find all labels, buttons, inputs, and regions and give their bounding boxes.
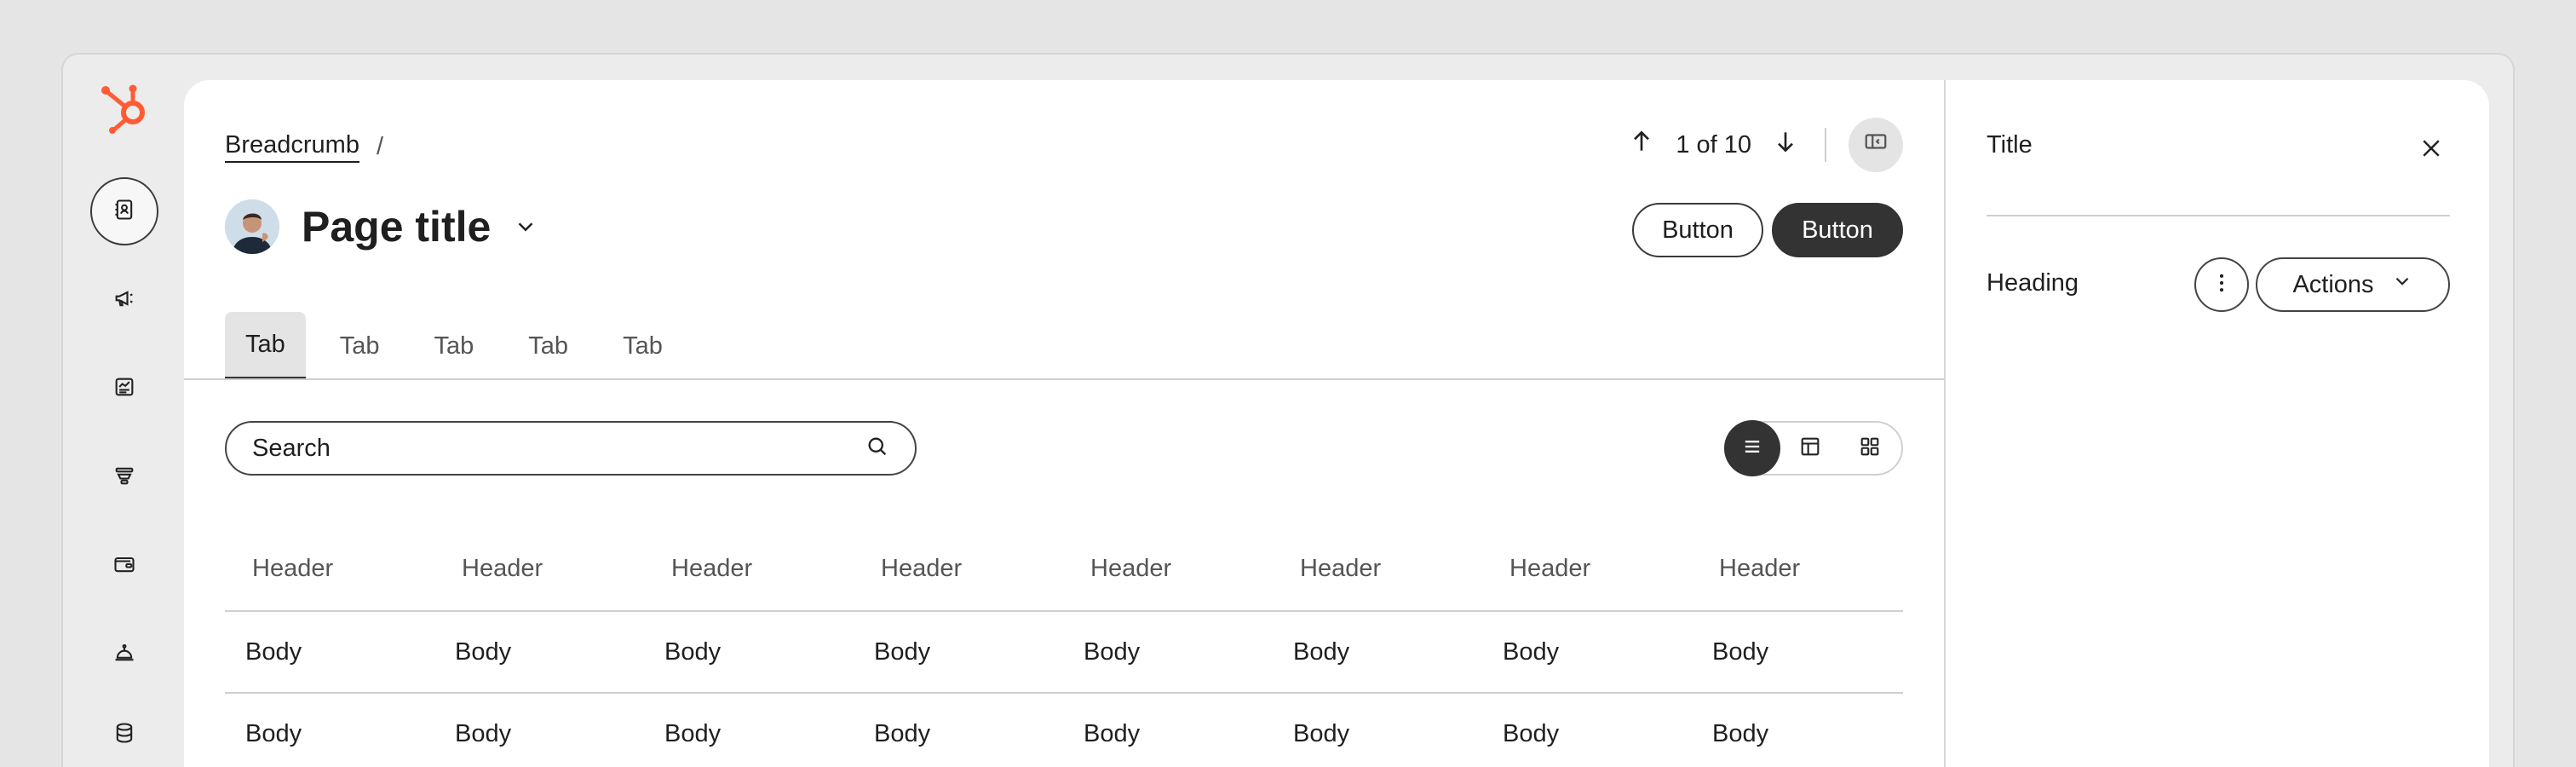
column-header[interactable]: Header: [225, 555, 434, 583]
side-panel: Title Heading Actions: [1944, 80, 2489, 767]
tab-2[interactable]: Tab: [319, 312, 400, 380]
megaphone-icon: [112, 286, 136, 314]
table-cell: Body: [1503, 719, 1560, 747]
data-table: Header Header Header Header Header Heade…: [225, 555, 1903, 767]
table-cell: Body: [1084, 637, 1141, 666]
table-row[interactable]: Body Body Body Body Body Body Body Body: [225, 694, 1903, 767]
table-cell: Body: [245, 637, 302, 666]
report-icon: [112, 375, 136, 403]
table-layout-icon: [1798, 435, 1822, 463]
nav-reports[interactable]: [90, 355, 158, 423]
grid-view-button[interactable]: [1840, 421, 1900, 476]
table-cell: Body: [874, 719, 931, 747]
record-pager: 1 of 10: [1624, 118, 1903, 172]
title-dropdown-button[interactable]: [513, 214, 538, 239]
pager-count: 1 of 10: [1676, 130, 1751, 159]
close-side-panel-button[interactable]: [2414, 133, 2448, 167]
close-icon: [2418, 136, 2444, 165]
wallet-icon: [112, 552, 136, 580]
search-input[interactable]: [252, 434, 763, 463]
column-header[interactable]: Header: [1273, 555, 1482, 583]
tab-4[interactable]: Tab: [508, 312, 589, 380]
arrow-up-icon: [1628, 128, 1655, 162]
nav-funnel[interactable]: [90, 443, 158, 511]
board-view-button[interactable]: [1780, 421, 1840, 476]
table-cell: Body: [455, 637, 512, 666]
tab-3[interactable]: Tab: [414, 312, 495, 380]
table-cell: Body: [1503, 637, 1560, 666]
table-cell: Body: [245, 719, 302, 747]
nav-rail: [61, 53, 184, 767]
side-panel-heading: Heading: [1987, 269, 2079, 297]
chevron-down-icon: [513, 222, 538, 243]
secondary-button[interactable]: Button: [1632, 203, 1763, 257]
kebab-menu-icon: [2210, 271, 2234, 299]
search-box: [225, 421, 917, 476]
list-icon: [1740, 435, 1764, 463]
breadcrumb-link[interactable]: Breadcrumb: [225, 131, 359, 163]
header-actions: Button Button: [1632, 203, 1903, 257]
side-panel-divider: [1987, 215, 2450, 216]
page-title: Page title: [302, 203, 492, 251]
breadcrumb-separator: /: [376, 133, 384, 160]
table-cell: Body: [1712, 637, 1769, 666]
column-header[interactable]: Header: [1482, 555, 1692, 583]
previous-record-button[interactable]: [1624, 128, 1659, 162]
column-header[interactable]: Header: [854, 555, 1063, 583]
collapse-panel-icon: [1863, 129, 1889, 161]
table-header-row: Header Header Header Header Header Heade…: [225, 527, 1903, 612]
table-cell: Body: [1084, 719, 1141, 747]
table-cell: Body: [664, 719, 722, 747]
more-options-button[interactable]: [2194, 257, 2249, 312]
table-cell: Body: [1293, 719, 1350, 747]
funnel-icon: [112, 464, 136, 492]
contacts-icon: [112, 198, 136, 226]
nav-contacts[interactable]: [90, 177, 158, 245]
chevron-down-icon: [2391, 270, 2413, 299]
tab-bar: Tab Tab Tab Tab Tab: [225, 312, 683, 380]
column-header[interactable]: Header: [644, 555, 854, 583]
nav-data[interactable]: [90, 701, 158, 767]
main-panel: Breadcrumb / 1 of 10 Page title Button B…: [184, 80, 1944, 767]
tab-1[interactable]: Tab: [225, 312, 306, 380]
title-row: Page title: [225, 199, 538, 254]
column-header[interactable]: Header: [1692, 555, 1901, 583]
table-cell: Body: [664, 637, 722, 666]
view-toggle: [1724, 420, 1903, 476]
nav-commerce[interactable]: [90, 532, 158, 600]
primary-button[interactable]: Button: [1772, 203, 1903, 257]
nav-service[interactable]: [90, 620, 158, 689]
side-panel-title: Title: [1987, 131, 2033, 159]
service-bell-icon: [112, 641, 136, 669]
arrow-down-icon: [1772, 128, 1799, 162]
hubspot-logo[interactable]: [95, 78, 155, 138]
actions-label: Actions: [2292, 270, 2374, 298]
column-header[interactable]: Header: [1063, 555, 1273, 583]
tab-5[interactable]: Tab: [602, 312, 683, 380]
nav-marketing[interactable]: [90, 266, 158, 334]
toggle-side-panel-button[interactable]: [1849, 118, 1903, 172]
pager-divider: [1825, 128, 1826, 162]
grid-icon: [1858, 435, 1882, 463]
column-header[interactable]: Header: [434, 555, 644, 583]
avatar: [225, 199, 279, 254]
search-icon[interactable]: [865, 435, 889, 463]
breadcrumb: Breadcrumb /: [225, 131, 383, 163]
tab-divider: [184, 378, 1944, 380]
actions-dropdown-button[interactable]: Actions: [2256, 257, 2450, 312]
table-cell: Body: [1293, 637, 1350, 666]
table-row[interactable]: Body Body Body Body Body Body Body Body: [225, 612, 1903, 694]
table-cell: Body: [1712, 719, 1769, 747]
list-view-button[interactable]: [1724, 420, 1780, 476]
next-record-button[interactable]: [1768, 128, 1803, 162]
database-icon: [112, 721, 136, 749]
table-cell: Body: [874, 637, 931, 666]
table-cell: Body: [455, 719, 512, 747]
